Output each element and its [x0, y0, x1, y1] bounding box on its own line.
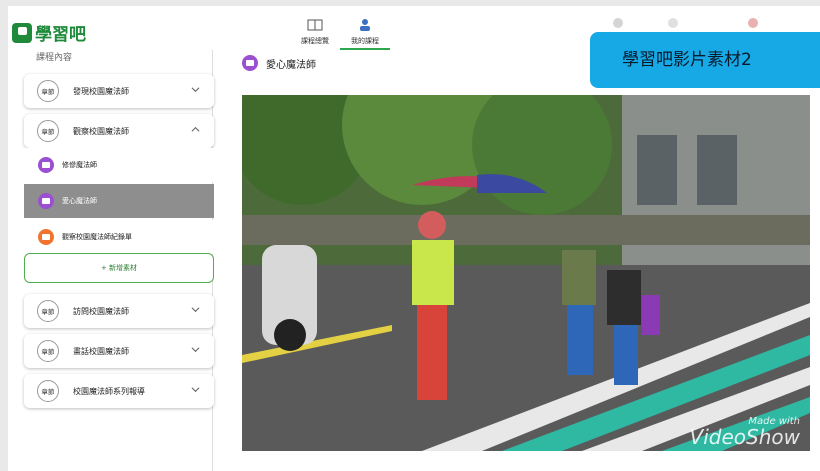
logo-text: 學習吧: [35, 25, 86, 45]
chapter-badge: 章節: [37, 120, 59, 142]
notification-icon[interactable]: [613, 18, 623, 28]
logo[interactable]: 學習吧: [12, 20, 86, 45]
video-watermark: Made with VideoShow: [689, 416, 800, 449]
chapter-badge: 章節: [37, 80, 59, 102]
chapter-badge: 章節: [37, 300, 59, 322]
video-title-overlay: 學習吧影片素材2: [590, 32, 820, 88]
video-icon: [242, 55, 258, 71]
lesson-label: 修慘魔法師: [62, 161, 97, 169]
lesson-item-active[interactable]: 愛心魔法師: [24, 184, 214, 218]
chapter-report[interactable]: 章節 校園魔法師系列報導: [24, 374, 214, 408]
chevron-down-icon: [191, 87, 200, 93]
course-sidebar: 課程內容 章節 發現校園魔法師 章節 觀察校園魔法師 修慘魔法師 愛心魔法師 觀…: [8, 50, 214, 471]
lesson-label: 觀察校園魔法師紀錄單: [62, 233, 132, 241]
video-frame: [242, 95, 810, 451]
chapter-observe[interactable]: 章節 觀察校園魔法師: [24, 114, 214, 148]
chapter-label: 發現校園魔法師: [73, 86, 129, 96]
lesson-item[interactable]: 修慘魔法師: [24, 148, 214, 182]
video-icon: [38, 193, 54, 209]
sidebar-heading: 課程內容: [36, 53, 73, 63]
chevron-down-icon: [191, 387, 200, 393]
chevron-down-icon: [191, 347, 200, 353]
book-icon: [307, 19, 323, 31]
nav-my-courses[interactable]: 我的課程: [340, 18, 390, 50]
avatar[interactable]: [748, 18, 758, 28]
document-icon: [38, 229, 54, 245]
video-player[interactable]: Made with VideoShow: [242, 95, 810, 451]
lesson-item[interactable]: 觀察校園魔法師紀錄單: [24, 220, 214, 254]
nav-label: 我的課程: [351, 37, 379, 45]
top-nav: 課程總覽 我的課程: [290, 18, 390, 50]
chapter-draw[interactable]: 章節 畫話校園魔法師: [24, 334, 214, 368]
chevron-down-icon: [191, 307, 200, 313]
video-icon: [38, 157, 54, 173]
chapter-badge: 章節: [37, 340, 59, 362]
nav-course-overview[interactable]: 課程總覽: [290, 18, 340, 50]
logo-mark-icon: [12, 22, 32, 43]
chapter-discover[interactable]: 章節 發現校園魔法師: [24, 74, 214, 108]
chapter-label: 校園魔法師系列報導: [73, 386, 145, 396]
chapter-label: 訪問校園魔法師: [73, 306, 129, 316]
chapter-label: 觀察校園魔法師: [73, 126, 129, 136]
chapter-badge: 章節: [37, 380, 59, 402]
teacher-icon: [360, 19, 370, 31]
page-title-text: 愛心魔法師: [266, 59, 316, 71]
chapter-interview[interactable]: 章節 訪問校園魔法師: [24, 294, 214, 328]
lesson-label: 愛心魔法師: [62, 197, 97, 205]
message-icon[interactable]: [668, 18, 678, 28]
add-material-button[interactable]: + 新增素材: [24, 253, 214, 283]
chevron-up-icon: [191, 126, 200, 132]
chapter-label: 畫話校園魔法師: [73, 346, 129, 356]
app-window: 學習吧 課程總覽 我的課程 學習吧影片素材2 課程內容 章節 發現校園魔法師 章…: [8, 6, 820, 471]
nav-label: 課程總覽: [301, 37, 329, 45]
page-title: 愛心魔法師: [242, 55, 316, 71]
